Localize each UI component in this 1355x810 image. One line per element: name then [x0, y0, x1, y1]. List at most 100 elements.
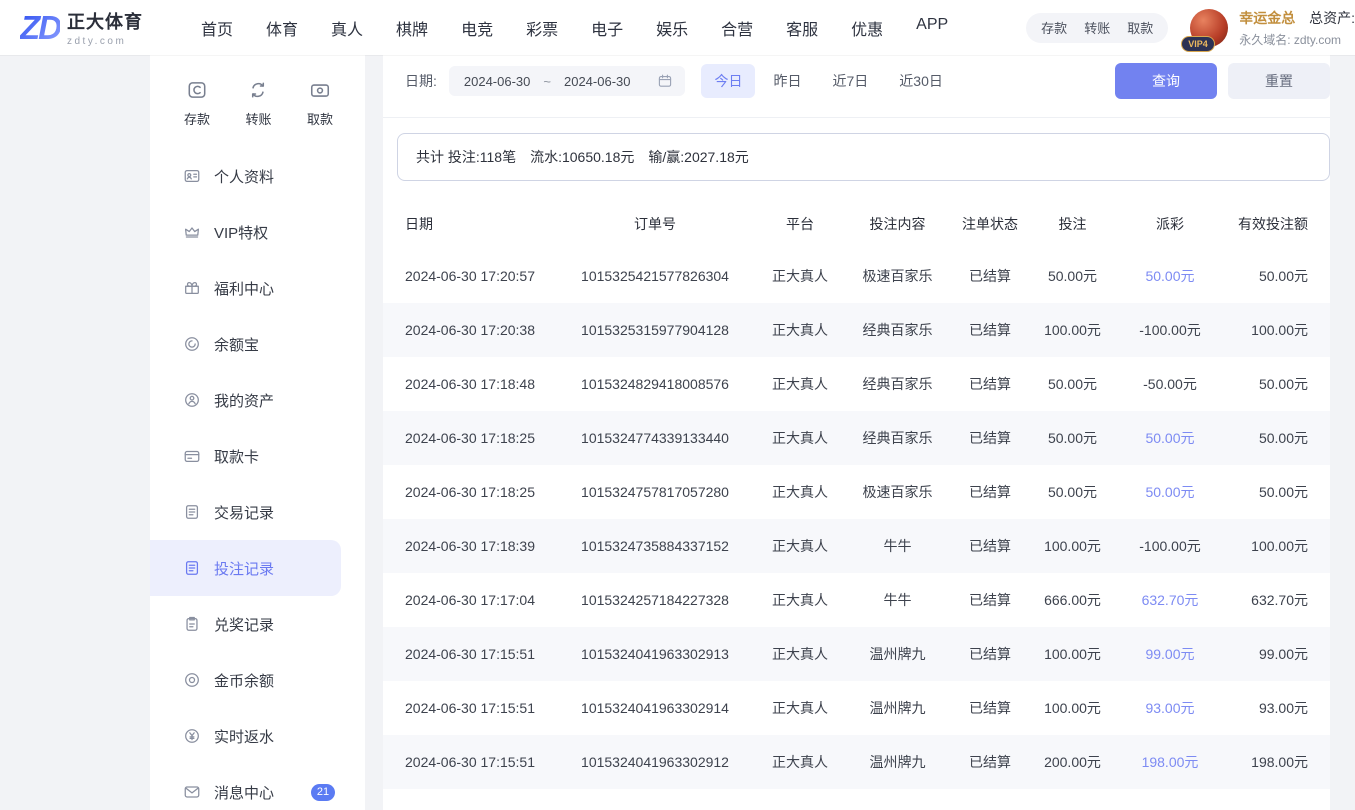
sidebar-item-rebate[interactable]: 实时返水 [150, 708, 365, 764]
sidebar-item-transaction-records[interactable]: 交易记录 [150, 484, 365, 540]
table-row[interactable]: 2024-06-30 17:18:391015324735884337152正大… [383, 519, 1330, 573]
nav-item-esports[interactable]: 电竞 [461, 16, 493, 40]
range-last-30-days-button[interactable]: 近30日 [886, 64, 956, 98]
deposit-icon [186, 79, 208, 101]
date-range-picker[interactable]: 2024-06-30 ~ 2024-06-30 [449, 66, 686, 96]
wallet-withdraw-button[interactable]: 取款 [1127, 18, 1153, 37]
cell-payout: -50.00元 [1115, 374, 1225, 394]
table-row[interactable]: 2024-06-30 17:20:381015325315977904128正大… [383, 303, 1330, 357]
range-today-button[interactable]: 今日 [701, 64, 755, 98]
wallet-transfer-button[interactable]: 转账 [1084, 18, 1110, 37]
nav-item-service[interactable]: 客服 [786, 16, 818, 40]
nav-item-sports[interactable]: 体育 [266, 16, 298, 40]
cell-valid-bet: 198.00元 [1225, 752, 1308, 772]
cell-bet-content: 牛牛 [845, 536, 950, 556]
cell-date: 2024-06-30 17:17:04 [405, 592, 555, 608]
cell-valid-bet: 100.00元 [1225, 320, 1308, 340]
cell-order-no: 1015324041963302914 [555, 700, 755, 716]
column-header-date: 日期 [405, 214, 555, 234]
cell-valid-bet: 99.00元 [1225, 644, 1308, 664]
quick-action-deposit[interactable]: 存款 [184, 79, 210, 128]
date-from[interactable]: 2024-06-30 [464, 74, 531, 89]
cell-platform: 正大真人 [755, 482, 845, 502]
nav-item-entertainment[interactable]: 娱乐 [656, 16, 688, 40]
table-row[interactable]: 2024-06-30 17:18:251015324774339133440正大… [383, 411, 1330, 465]
sidebar-item-yuebao[interactable]: 余额宝 [150, 316, 365, 372]
range-last-7-days-button[interactable]: 近7日 [819, 64, 881, 98]
brand-domain: zdty.com [67, 36, 143, 47]
sidebar-item-vip-privilege[interactable]: VIP特权 [150, 204, 365, 260]
vip-badge: VIP4 [1181, 36, 1215, 52]
filter-bar: 日期: 2024-06-30 ~ 2024-06-30 今日昨日近7日近30日 … [383, 55, 1330, 99]
search-button[interactable]: 查询 [1115, 63, 1217, 99]
vip-privilege-label: VIP特权 [214, 222, 268, 243]
cell-bet-amount: 50.00元 [1030, 266, 1115, 286]
cell-payout: 50.00元 [1115, 482, 1225, 502]
cell-date: 2024-06-30 17:20:38 [405, 322, 555, 338]
transfer-label: 转账 [245, 109, 271, 128]
cell-platform: 正大真人 [755, 374, 845, 394]
table-row[interactable]: 2024-06-30 17:15:511015324041963302912正大… [383, 735, 1330, 789]
avatar[interactable]: VIP4 [1190, 9, 1228, 47]
cell-bet-content: 经典百家乐 [845, 374, 950, 394]
nav-item-alliance[interactable]: 合营 [721, 16, 753, 40]
reset-button[interactable]: 重置 [1228, 63, 1330, 99]
person-circle-icon [183, 391, 201, 409]
doc-icon [183, 559, 201, 577]
cell-payout: -100.00元 [1115, 536, 1225, 556]
cell-date: 2024-06-30 17:18:39 [405, 538, 555, 554]
table-row[interactable]: 2024-06-30 17:20:571015325421577826304正大… [383, 249, 1330, 303]
nav-item-chess[interactable]: 棋牌 [396, 16, 428, 40]
logo-text: 正大体育 zdty.com [67, 8, 143, 47]
cell-bet-content: 温州牌九 [845, 698, 950, 718]
permanent-domain: 永久域名: zdty.com [1239, 31, 1355, 48]
nav-item-home[interactable]: 首页 [201, 16, 233, 40]
navbar-right: 存款转账取款 VIP4 幸运金总 总资产: 永久域名: zdty.com [1026, 8, 1355, 48]
calendar-icon[interactable] [657, 73, 673, 89]
transfer-icon [247, 79, 269, 101]
table-row[interactable]: 2024-06-30 17:15:511015324041963302914正大… [383, 681, 1330, 735]
nav-item-app[interactable]: APP [916, 16, 948, 40]
sidebar-item-withdraw-card[interactable]: 取款卡 [150, 428, 365, 484]
sidebar-item-bet-records[interactable]: 投注记录 [150, 540, 341, 596]
table-row[interactable]: 2024-06-30 17:17:041015324257184227328正大… [383, 573, 1330, 627]
nav-item-lottery[interactable]: 彩票 [526, 16, 558, 40]
cell-status: 已结算 [950, 374, 1030, 394]
table-row[interactable]: 2024-06-30 17:18:251015324757817057280正大… [383, 465, 1330, 519]
cell-platform: 正大真人 [755, 428, 845, 448]
range-yesterday-button[interactable]: 昨日 [760, 64, 814, 98]
cell-bet-amount: 200.00元 [1030, 752, 1115, 772]
cell-bet-content: 温州牌九 [845, 644, 950, 664]
divider [383, 117, 1330, 118]
filter-actions: 查询 重置 [1115, 63, 1330, 99]
nav-item-slots[interactable]: 电子 [591, 16, 623, 40]
quick-action-transfer[interactable]: 转账 [245, 79, 271, 128]
date-to[interactable]: 2024-06-30 [564, 74, 631, 89]
coin-balance-label: 金币余额 [214, 670, 274, 691]
cell-platform: 正大真人 [755, 266, 845, 286]
sidebar-item-message-center[interactable]: 消息中心21 [150, 764, 365, 810]
nav-item-live-casino[interactable]: 真人 [331, 16, 363, 40]
quick-action-withdraw[interactable]: 取款 [307, 79, 333, 128]
sidebar-item-profile[interactable]: 个人资料 [150, 148, 365, 204]
cell-bet-content: 温州牌九 [845, 752, 950, 772]
top-navbar: ZD 正大体育 zdty.com 首页 体育 真人 棋牌 电竞 彩票 电子 娱乐 合营 客服 优惠 A… [0, 0, 1355, 55]
table-row[interactable]: 2024-06-30 17:18:481015324829418008576正大… [383, 357, 1330, 411]
cell-status: 已结算 [950, 320, 1030, 340]
wallet-deposit-button[interactable]: 存款 [1041, 18, 1067, 37]
sidebar-item-my-assets[interactable]: 我的资产 [150, 372, 365, 428]
rebate-label: 实时返水 [214, 726, 274, 747]
sidebar-item-prize-records[interactable]: 兑奖记录 [150, 596, 365, 652]
cell-payout: 50.00元 [1115, 266, 1225, 286]
sidebar-item-coin-balance[interactable]: 金币余额 [150, 652, 365, 708]
logo[interactable]: ZD 正大体育 zdty.com [20, 8, 143, 47]
sidebar-item-welfare-center[interactable]: 福利中心 [150, 260, 365, 316]
column-header-valid-bet: 有效投注额 [1225, 214, 1308, 234]
cell-payout: 93.00元 [1115, 698, 1225, 718]
table-row[interactable]: 2024-06-30 17:15:511015324041963302913正大… [383, 627, 1330, 681]
unread-count-badge: 21 [311, 784, 335, 801]
cell-bet-content: 极速百家乐 [845, 266, 950, 286]
my-assets-label: 我的资产 [214, 390, 274, 411]
cell-status: 已结算 [950, 428, 1030, 448]
nav-item-promotions[interactable]: 优惠 [851, 16, 883, 40]
